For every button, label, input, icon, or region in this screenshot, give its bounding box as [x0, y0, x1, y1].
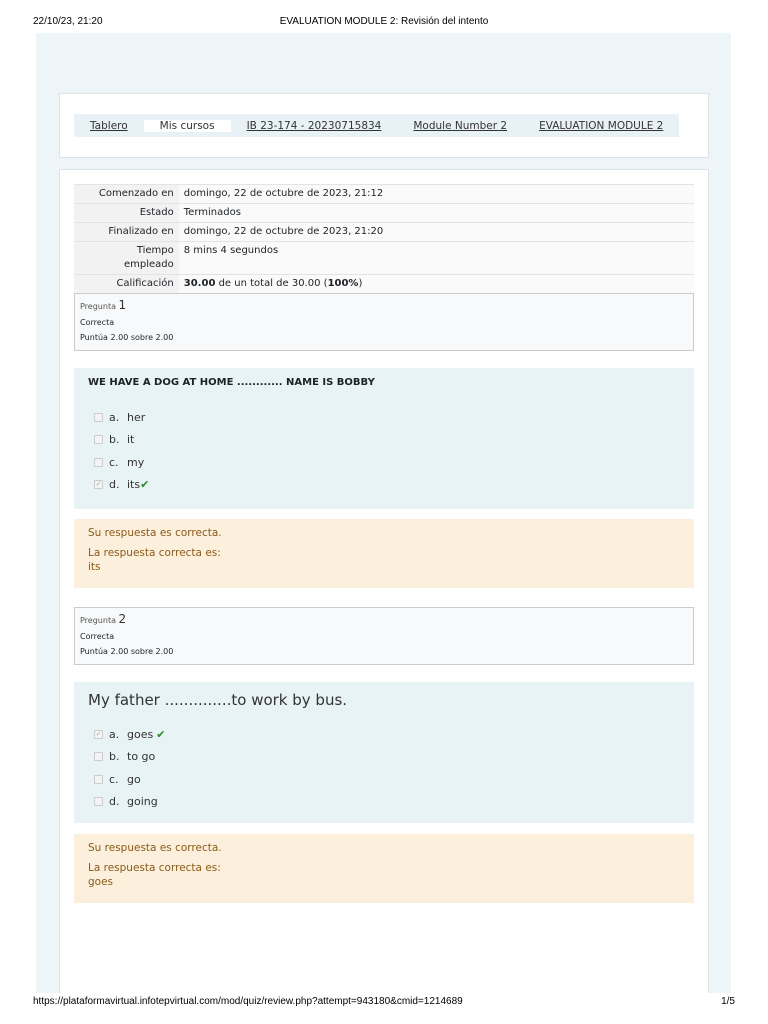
checkbox[interactable]: [94, 752, 103, 762]
question-state: Correcta: [80, 318, 115, 327]
checkbox[interactable]: [94, 797, 103, 807]
option-c: c. go: [88, 768, 680, 791]
summary-row: Comenzado en domingo, 22 de octubre de 20…: [74, 184, 694, 204]
check-icon: ✔: [156, 727, 166, 741]
print-title: EVALUATION MODULE 2: Revisión del intent…: [279, 16, 489, 27]
attempt-summary-table: Comenzado en domingo, 22 de octubre de 20…: [74, 184, 694, 293]
option-a: ✓ a. goes ✔: [94, 727, 166, 741]
question-2-feedback: Su respuesta es correcta. La respuesta c…: [74, 834, 694, 903]
breadcrumb-evaluation[interactable]: EVALUATION MODULE 2: [523, 120, 679, 132]
question-score: Puntúa 2.00 sobre 2.00: [80, 647, 174, 656]
checkbox-checked[interactable]: ✓: [94, 480, 103, 490]
checkbox[interactable]: [94, 412, 103, 422]
breadcrumb-course[interactable]: IB 23-174 - 20230715834: [231, 120, 398, 132]
question-1-info: Pregunta 1 Correcta Puntúa 2.00 sobre 2.…: [74, 293, 694, 351]
checkbox[interactable]: [94, 774, 103, 784]
option-b: b. to go: [88, 746, 680, 769]
summary-row: Tiempo empleado 8 mins 4 segundos: [74, 241, 694, 275]
breadcrumb-tablero[interactable]: Tablero: [74, 120, 144, 132]
summary-row: Calificación 30.00 de un total de 30.00 (…: [74, 274, 694, 293]
checkbox-checked[interactable]: ✓: [94, 729, 103, 739]
summary-row: Estado Terminados: [74, 203, 694, 223]
checkbox[interactable]: [94, 457, 103, 467]
question-2-info: Pregunta 2 Correcta Puntúa 2.00 sobre 2.…: [74, 607, 694, 665]
question-text: WE HAVE A DOG AT HOME ............ NAME …: [88, 377, 375, 388]
option-b: b. it: [88, 429, 680, 452]
check-icon: ✔: [140, 478, 150, 492]
question-state: Correcta: [80, 632, 115, 641]
question-text: My father ..............to work by bus.: [88, 691, 348, 709]
breadcrumb-module[interactable]: Module Number 2: [397, 120, 523, 132]
question-score: Puntúa 2.00 sobre 2.00: [80, 333, 174, 342]
print-url: https://plataformavirtual.infotepvirtual…: [33, 996, 463, 1007]
breadcrumb-mis-cursos: Mis cursos: [143, 119, 231, 132]
review-card: Comenzado en domingo, 22 de octubre de 20…: [59, 169, 709, 993]
breadcrumb: Tablero Mis cursos IB 23-174 - 202307158…: [74, 114, 680, 137]
print-page: 1/5: [721, 996, 735, 1007]
checkbox[interactable]: [94, 435, 103, 445]
question-1-content: WE HAVE A DOG AT HOME ............ NAME …: [74, 368, 694, 509]
question-2-content: My father ..............to work by bus. …: [74, 682, 694, 823]
option-a: a. her: [88, 406, 680, 429]
breadcrumb-card: Tablero Mis cursos IB 23-174 - 202307158…: [59, 93, 709, 158]
summary-row: Finalizado en domingo, 22 de octubre de 2…: [74, 222, 694, 242]
question-1-feedback: Su respuesta es correcta. La respuesta c…: [74, 519, 694, 588]
option-c: c. my: [88, 451, 680, 474]
option-d: d. going: [88, 791, 680, 814]
option-d: ✓ d. its ✔: [94, 478, 150, 492]
